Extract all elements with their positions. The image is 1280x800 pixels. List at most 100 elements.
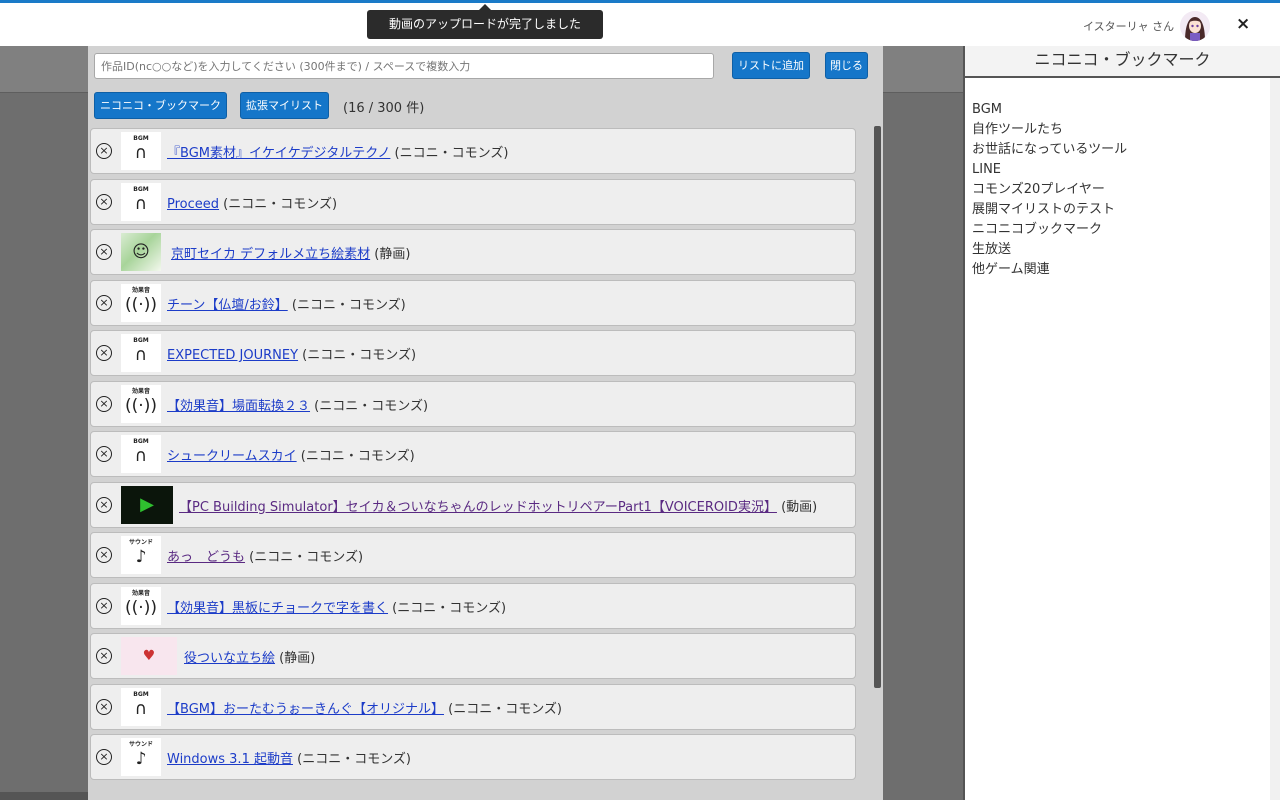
- user-avatar[interactable]: [1180, 11, 1210, 41]
- item-type: (ニコニ・コモンズ): [287, 297, 406, 313]
- top-bar: 動画のアップロードが完了しました イスターリャ さん ×: [0, 0, 1280, 46]
- thumbnail-label: BGM: [133, 690, 149, 698]
- sidebar-folder-item[interactable]: 展開マイリストのテスト: [972, 200, 1280, 220]
- remove-item-icon[interactable]: ×: [96, 749, 112, 765]
- headphones-icon[interactable]: BGM ∩: [121, 132, 161, 170]
- item-type: (ニコニ・コモンズ): [388, 600, 507, 616]
- item-type: (ニコニ・コモンズ): [310, 398, 429, 414]
- sidebar-title: ニコニコ・ブックマーク: [965, 46, 1280, 78]
- remove-item-icon[interactable]: ×: [96, 345, 112, 361]
- sidebar-folder-item[interactable]: BGM: [972, 100, 1280, 120]
- item-entry: 【PC Building Simulator】セイカ＆ついなちゃんのレッドホット…: [179, 496, 817, 515]
- item-entry: 【効果音】黒板にチョークで字を書く (ニコニ・コモンズ): [167, 597, 506, 616]
- content-id-input[interactable]: [94, 53, 714, 79]
- remove-item-icon[interactable]: ×: [96, 193, 112, 210]
- thumbnail-glyph: ♥: [142, 648, 156, 664]
- sound-effect-icon[interactable]: 効果音 ((·)): [121, 384, 161, 423]
- thumbnail-label: BGM: [133, 185, 149, 193]
- remove-item-icon[interactable]: ×: [96, 395, 112, 412]
- bookmark-item: × 効果音 ((·)) チーン【仏壇/お鈴】 (ニコニ・コモンズ): [90, 279, 856, 326]
- headphones-icon[interactable]: BGM ∩: [121, 334, 161, 372]
- item-type: (ニコニ・コモンズ): [443, 701, 563, 717]
- bookmark-item: × 効果音 ((·)) 【効果音】黒板にチョークで字を書く (ニコニ・コモンズ): [90, 582, 856, 629]
- headphones-icon[interactable]: BGM ∩: [121, 687, 161, 726]
- item-title-link[interactable]: Proceed: [167, 197, 219, 212]
- item-title-link[interactable]: Windows 3.1 起動音: [167, 752, 293, 767]
- tab-niconico-bookmark[interactable]: ニコニコ・ブックマーク: [94, 92, 227, 119]
- bookmark-item: × サウンド ♪ あっ どうも (ニコニ・コモンズ): [90, 532, 856, 578]
- item-title-link[interactable]: 【BGM】おーたむうぉーきんぐ【オリジナル】: [167, 702, 444, 717]
- music-note-icon[interactable]: サウンド ♪: [121, 536, 161, 574]
- bookmark-item: × サウンド ♪ Windows 3.1 起動音 (ニコニ・コモンズ): [90, 734, 856, 780]
- thumbnail-label: サウンド: [128, 539, 153, 546]
- thumbnail-glyph: ∩: [134, 193, 148, 214]
- remove-item-icon[interactable]: ×: [96, 244, 112, 260]
- bookmark-item: × BGM ∩ EXPECTED JOURNEY (ニコニ・コモンズ): [90, 330, 856, 376]
- sound-effect-icon[interactable]: 効果音 ((·)): [121, 586, 161, 625]
- remove-item-icon[interactable]: ×: [96, 547, 112, 563]
- remove-item-icon[interactable]: ×: [96, 496, 112, 513]
- close-button[interactable]: 閉じる: [825, 52, 868, 79]
- item-entry: 役ついな立ち絵 (静画): [184, 647, 315, 666]
- item-entry: チーン【仏壇/お鈴】 (ニコニ・コモンズ): [167, 294, 406, 313]
- item-type: (ニコニ・コモンズ): [245, 550, 364, 565]
- headphones-icon[interactable]: BGM ∩: [121, 182, 161, 221]
- remove-item-icon[interactable]: ×: [96, 294, 112, 311]
- thumbnail-glyph: ∩: [134, 698, 148, 719]
- item-title-link[interactable]: 京町セイカ デフォルメ立ち絵素材: [171, 247, 370, 262]
- thumbnail-label: 効果音: [131, 286, 150, 294]
- item-entry: 京町セイカ デフォルメ立ち絵素材 (静画): [171, 243, 410, 262]
- item-title-link[interactable]: 【効果音】黒板にチョークで字を書く: [167, 601, 388, 616]
- image-thumbnail-icon[interactable]: ☺: [121, 233, 161, 271]
- item-title-link[interactable]: 【効果音】場面転換２３: [167, 399, 310, 414]
- thumbnail-label: 効果音: [131, 387, 150, 395]
- bookmark-item: × BGM ∩ Proceed (ニコニ・コモンズ): [90, 178, 856, 225]
- item-title-link[interactable]: あっ どうも: [167, 550, 245, 565]
- item-title-link[interactable]: 『BGM素材』イケイケデジタルテクノ: [167, 146, 390, 161]
- sidebar-folder-item[interactable]: お世話になっているツール: [972, 140, 1280, 160]
- sidebar-scrollbar[interactable]: [1270, 78, 1280, 800]
- bookmark-item: × ♥ 役ついな立ち絵 (静画): [90, 633, 856, 679]
- sidebar-folder-item[interactable]: 生放送: [972, 240, 1280, 260]
- user-name[interactable]: イスターリャ さん: [1083, 18, 1174, 34]
- thumbnail-glyph: ♪: [135, 547, 147, 567]
- bookmark-item: × BGM ∩ シュークリームスカイ (ニコニ・コモンズ): [90, 431, 856, 477]
- remove-item-icon[interactable]: ×: [96, 143, 112, 159]
- sidebar-folder-item[interactable]: ニコニコブックマーク: [972, 220, 1280, 240]
- thumbnail-label: BGM: [133, 337, 149, 344]
- sidebar-folder-item[interactable]: 他ゲーム関連: [972, 260, 1280, 280]
- tab-extended-mylist[interactable]: 拡張マイリスト: [240, 92, 329, 119]
- item-title-link[interactable]: 【PC Building Simulator】セイカ＆ついなちゃんのレッドホット…: [179, 500, 777, 515]
- avatar-image: [1180, 11, 1210, 41]
- close-overlay-button[interactable]: ×: [1236, 14, 1250, 34]
- headphones-icon[interactable]: BGM ∩: [121, 435, 161, 473]
- item-entry: Proceed (ニコニ・コモンズ): [167, 193, 337, 212]
- list-scrollbar-thumb[interactable]: [874, 126, 881, 688]
- item-type: (ニコニ・コモンズ): [390, 146, 509, 161]
- item-entry: 【BGM】おーたむうぉーきんぐ【オリジナル】 (ニコニ・コモンズ): [167, 698, 562, 717]
- video-thumbnail-icon[interactable]: ▶: [121, 485, 173, 524]
- item-title-link[interactable]: 役ついな立ち絵: [184, 651, 275, 666]
- item-type: (動画): [776, 499, 818, 515]
- sidebar-folder-item[interactable]: 自作ツールたち: [972, 120, 1280, 140]
- image-thumbnail-icon[interactable]: ♥: [121, 637, 177, 675]
- thumbnail-glyph: ▶: [140, 493, 154, 515]
- item-type: (ニコニ・コモンズ): [219, 196, 338, 212]
- item-entry: 【効果音】場面転換２３ (ニコニ・コモンズ): [167, 395, 428, 414]
- bookmark-item: × 効果音 ((·)) 【効果音】場面転換２３ (ニコニ・コモンズ): [90, 380, 856, 427]
- thumbnail-glyph: ♪: [135, 749, 147, 769]
- remove-item-icon[interactable]: ×: [96, 698, 112, 715]
- item-title-link[interactable]: EXPECTED JOURNEY: [167, 348, 298, 363]
- remove-item-icon[interactable]: ×: [96, 648, 112, 664]
- remove-item-icon[interactable]: ×: [96, 597, 112, 614]
- item-entry: あっ どうも (ニコニ・コモンズ): [167, 546, 363, 565]
- music-note-icon[interactable]: サウンド ♪: [121, 738, 161, 776]
- thumbnail-glyph: ∩: [134, 143, 148, 163]
- remove-item-icon[interactable]: ×: [96, 446, 112, 462]
- item-title-link[interactable]: チーン【仏壇/お鈴】: [167, 298, 288, 313]
- sidebar-folder-item[interactable]: コモンズ20プレイヤー: [972, 180, 1280, 200]
- sidebar-folder-item[interactable]: LINE: [972, 160, 1280, 180]
- add-to-list-button[interactable]: リストに追加: [732, 52, 810, 79]
- item-title-link[interactable]: シュークリームスカイ: [167, 449, 297, 464]
- sound-effect-icon[interactable]: 効果音 ((·)): [121, 283, 161, 322]
